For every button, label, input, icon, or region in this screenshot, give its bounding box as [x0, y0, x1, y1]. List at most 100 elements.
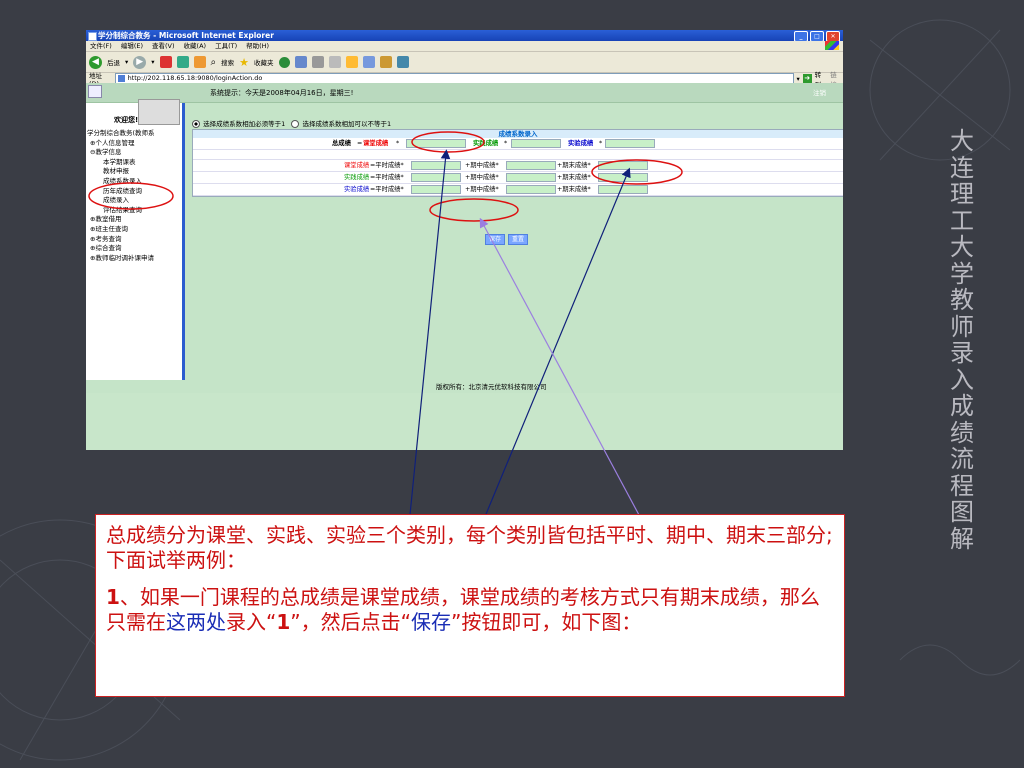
practice-coef-input[interactable] [511, 139, 561, 148]
total-classroom-label: 课堂成绩 [363, 140, 389, 147]
classroom-mid-label: +期中成绩* [465, 162, 499, 169]
tool-icon[interactable] [379, 56, 392, 68]
bottom-area [86, 393, 843, 450]
practice-usual-input[interactable] [411, 173, 461, 182]
vertical-title-char: 图 [950, 498, 974, 526]
folder-icon[interactable] [345, 56, 358, 68]
tree-item-classroom[interactable]: ⊕教室借用 [87, 215, 155, 225]
menu-edit[interactable]: 编辑(E) [121, 41, 143, 51]
media-icon[interactable] [278, 56, 290, 68]
caption-value-one: 1 [276, 610, 291, 634]
experiment-usual-input[interactable] [411, 185, 461, 194]
experiment-row-label: 实验成绩 [344, 186, 370, 193]
practice-final-label: +期末成绩* [557, 174, 591, 181]
tree-item-history-grades[interactable]: 历年成绩查询 [87, 187, 155, 197]
menu-view[interactable]: 查看(V) [152, 41, 175, 51]
copyright-text: 版权所有：北京清元优软科技有限公司 [436, 383, 547, 391]
page-content: 系统提示：今天是2008年04月16日，星期三! 注销 欢迎您! 学分制综合教务… [86, 83, 843, 450]
tree-item-personal[interactable]: ⊕个人信息管理 [87, 139, 155, 149]
reset-button[interactable]: 重置 [508, 234, 529, 245]
system-message: 系统提示：今天是2008年04月16日，星期三! [210, 89, 354, 97]
total-experiment-label: 实验成绩 [568, 140, 594, 147]
home-icon[interactable] [193, 56, 206, 68]
practice-final-input[interactable] [598, 173, 648, 182]
vertical-title-char: 成 [950, 392, 974, 420]
experiment-final-input[interactable] [598, 185, 648, 194]
top-strip: 系统提示：今天是2008年04月16日，星期三! 注销 [86, 83, 843, 103]
tree-item-grade-entry[interactable]: 成绩录入 [87, 196, 155, 206]
vertical-title-char: 大 [950, 127, 974, 155]
tree-item-advisor[interactable]: ⊕班主任查询 [87, 225, 155, 235]
favorites-star-icon[interactable]: ★ [239, 56, 249, 69]
messenger-icon[interactable] [362, 56, 375, 68]
menu-tools[interactable]: 工具(T) [215, 41, 237, 51]
search-icon[interactable]: ⌕ [211, 57, 217, 68]
refresh-icon[interactable] [176, 56, 189, 68]
dropdown-icon[interactable]: ▾ [151, 58, 154, 66]
forward-arrow-icon[interactable]: ▶ [133, 55, 147, 69]
vertical-title-char: 录 [950, 339, 974, 367]
classroom-coef-input[interactable] [406, 139, 466, 148]
practice-mid-label: +期中成绩* [465, 174, 499, 181]
welcome-label: 欢迎您! [114, 116, 139, 124]
browser-window: 学分制综合教务 - Microsoft Internet Explorer _ … [86, 30, 843, 450]
vertical-title-char: 入 [950, 365, 974, 394]
print-icon[interactable] [311, 56, 324, 68]
stop-icon[interactable] [159, 56, 172, 68]
practice-row-label: 实践成绩 [344, 174, 370, 181]
windows-flag-icon [825, 41, 839, 50]
dropdown-icon[interactable]: ▾ [125, 58, 128, 66]
history-icon[interactable] [294, 56, 307, 68]
coefficient-form: 成绩系数录入 总成绩 = 课堂成绩 * 实践成绩 * 实验成绩 * 课堂成绩 =… [192, 129, 843, 197]
vertical-title-char: 理 [950, 180, 974, 208]
tree-item-query[interactable]: ⊕综合查询 [87, 244, 155, 254]
classroom-final-label: +期末成绩* [557, 162, 591, 169]
research-icon[interactable] [396, 56, 409, 68]
favorites-label[interactable]: 收藏夹 [254, 57, 274, 67]
window-title: 学分制综合教务 - Microsoft Internet Explorer [98, 31, 274, 40]
vertical-title-char: 学 [950, 259, 974, 288]
menu-help[interactable]: 帮助(H) [246, 41, 269, 51]
vertical-slide-title: 大连理工大学教师录入成绩流程图解 [945, 128, 979, 552]
caption-paragraph-1: 总成绩分为课堂、实践、实验三个类别，每个类别皆包括平时、期中、期末三部分;下面试… [106, 523, 833, 572]
classroom-final-input[interactable] [598, 161, 648, 170]
experiment-mid-label: +期中成绩* [465, 186, 499, 193]
edit-icon[interactable] [328, 56, 341, 68]
logo-icon [88, 85, 102, 98]
practice-row: 实践成绩 =平时成绩* +期中成绩* +期末成绩* [193, 172, 843, 184]
tree-item-schedule[interactable]: 本学期课表 [87, 158, 155, 168]
classroom-usual-label: =平时成绩* [370, 162, 404, 169]
caption-text-d: ”按钮即可，如下图： [451, 610, 642, 634]
go-arrow-icon[interactable]: ➜ [802, 74, 812, 83]
tree-item-teaching[interactable]: ⊖教学信息 [87, 148, 155, 158]
classroom-usual-input[interactable] [411, 161, 461, 170]
vertical-title-char: 程 [950, 471, 974, 500]
experiment-coef-input[interactable] [605, 139, 655, 148]
tree-item-makeup[interactable]: ⊕教师临时调补课申请 [87, 254, 155, 264]
example-number: 1 [106, 585, 120, 609]
menu-favorites[interactable]: 收藏(A) [184, 41, 207, 51]
search-label[interactable]: 搜索 [221, 57, 234, 67]
radio-label-2: 选择成绩系数相加可以不等于1 [302, 120, 392, 128]
address-dropdown-icon[interactable]: ▾ [797, 75, 800, 83]
practice-usual-label: =平时成绩* [370, 174, 404, 181]
logout-link[interactable]: 注销 [813, 87, 826, 97]
vertical-title-char: 大 [950, 233, 974, 261]
back-label[interactable]: 后退 [107, 57, 120, 67]
experiment-mid-input[interactable] [506, 185, 556, 194]
practice-mid-input[interactable] [506, 173, 556, 182]
caption-highlight-two-places: 这两处 [166, 610, 226, 634]
classroom-mid-input[interactable] [506, 161, 556, 170]
total-practice-label: 实践成绩 [473, 140, 499, 147]
menu-file[interactable]: 文件(F) [90, 41, 112, 51]
back-arrow-icon[interactable]: ◀ [89, 55, 102, 69]
tree-item-exam[interactable]: ⊕考务查询 [87, 235, 155, 245]
radio-sum-equal-one[interactable] [192, 120, 200, 128]
tree-item-grade-coefficient[interactable]: 成绩系数录入 [87, 177, 155, 187]
radio-sum-not-equal-one[interactable] [291, 120, 300, 128]
tree-root[interactable]: 学分制综合教务(教师系 [87, 129, 155, 139]
tree-item-evaluation[interactable]: 评估结果查询 [87, 206, 155, 216]
save-button[interactable]: 保存 [485, 234, 506, 245]
total-label: 总成绩 [332, 140, 351, 147]
tree-item-textbook[interactable]: 教材申报 [87, 167, 155, 177]
